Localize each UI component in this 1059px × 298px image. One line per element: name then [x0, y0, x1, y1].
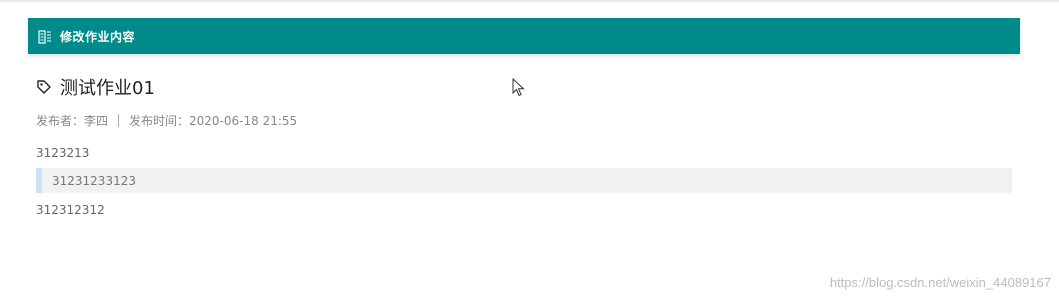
publisher-text: 发布者：李四 — [36, 114, 109, 128]
page: 修改作业内容 测试作业01 发布者：李四 发布时间：2020-06-18 21:… — [0, 0, 1059, 298]
blockquote-text: 31231233123 — [52, 173, 136, 188]
top-divider — [0, 0, 1059, 2]
mouse-cursor-icon — [512, 78, 525, 97]
meta-separator — [118, 114, 120, 127]
content-blockquote: 31231233123 — [36, 168, 1012, 193]
document-edit-icon — [38, 29, 52, 44]
watermark: https://blog.csdn.net/weixin_44089167 — [829, 275, 1051, 290]
publish-time-text: 发布时间：2020-06-18 21:55 — [129, 114, 298, 128]
homework-title-row: 测试作业01 — [36, 74, 155, 100]
panel-title: 修改作业内容 — [60, 29, 136, 44]
homework-meta: 发布者：李四 发布时间：2020-06-18 21:55 — [36, 112, 297, 129]
content-line: 3123213 — [36, 146, 90, 160]
tag-icon — [36, 79, 52, 95]
homework-panel: 修改作业内容 测试作业01 发布者：李四 发布时间：2020-06-18 21:… — [28, 18, 1020, 258]
content-line: 312312312 — [36, 203, 105, 217]
homework-title: 测试作业01 — [60, 78, 155, 99]
panel-header: 修改作业内容 — [28, 18, 1020, 54]
